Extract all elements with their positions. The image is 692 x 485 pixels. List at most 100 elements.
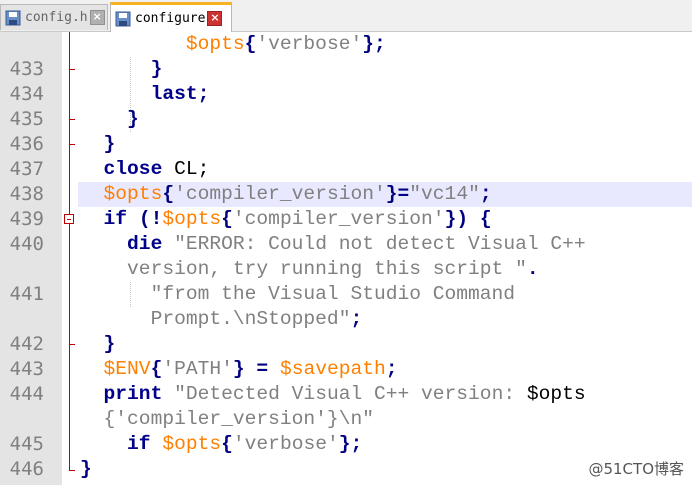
close-icon[interactable]: ×	[207, 11, 223, 26]
code-line[interactable]: 434 last;	[0, 82, 692, 107]
code-token: {'compiler_version'}\n"	[103, 408, 374, 430]
code-token: {	[244, 33, 257, 55]
line-number: 439	[9, 208, 44, 230]
code-token: ;	[385, 358, 398, 380]
code-text: if (!$opts{'compiler_version'}) {	[78, 207, 692, 232]
code-token: $ENV	[103, 358, 151, 380]
code-text: "from the Visual Studio Command	[78, 282, 692, 307]
line-number: 434	[9, 83, 44, 105]
code-text: }	[78, 332, 692, 357]
line-number: 435	[9, 108, 44, 130]
code-line[interactable]: 445 if $opts{'verbose'};	[0, 432, 692, 457]
code-line[interactable]: 440 die "ERROR: Could not detect Visual …	[0, 232, 692, 257]
code-line[interactable]: version, try running this script ".	[0, 257, 692, 282]
line-number: 440	[9, 233, 44, 255]
line-number: 443	[9, 358, 44, 380]
code-token: }	[103, 333, 116, 355]
code-token: ;	[197, 83, 210, 105]
close-icon[interactable]: ×	[89, 10, 105, 25]
code-token: 'PATH'	[162, 358, 233, 380]
tab-configure[interactable]: configure ×	[110, 2, 232, 32]
code-token: }) {	[444, 208, 492, 230]
code-text: $ENV{'PATH'} = $savepath;	[78, 357, 692, 382]
line-number: 438	[9, 183, 44, 205]
tab-label: configure	[135, 11, 206, 26]
code-token: 'verbose'	[232, 433, 339, 455]
code-token: 'compiler_version'	[232, 208, 445, 230]
code-text: Prompt.\nStopped";	[78, 307, 692, 332]
code-token: CL;	[162, 158, 210, 180]
line-number: 446	[9, 458, 44, 480]
code-token: 'verbose'	[256, 33, 363, 55]
code-token: "vc14"	[409, 183, 480, 205]
code-text: }	[78, 107, 692, 132]
code-token: last	[150, 83, 198, 105]
code-token: };	[362, 33, 386, 55]
code-token: {	[221, 433, 233, 455]
code-line[interactable]: 444 print "Detected Visual C++ version: …	[0, 382, 692, 407]
line-number: 437	[9, 158, 44, 180]
line-number: 444	[9, 383, 44, 405]
tab-config-h[interactable]: config.h ×	[0, 4, 108, 30]
code-text: $opts{'compiler_version'}="vc14";	[78, 182, 692, 207]
code-line[interactable]: {'compiler_version'}\n"	[0, 407, 692, 432]
code-token: "Detected Visual C++ version:	[174, 383, 527, 405]
code-token: print	[103, 383, 163, 405]
code-token: };	[338, 433, 363, 455]
code-text: }	[78, 57, 692, 82]
line-number: 441	[9, 283, 44, 305]
line-number: 442	[9, 333, 44, 355]
code-token: 'compiler_version'	[174, 183, 386, 205]
code-token: {	[221, 208, 233, 230]
code-token: "ERROR: Could not detect Visual C++	[174, 233, 586, 255]
code-text: print "Detected Visual C++ version: $opt…	[78, 382, 692, 407]
code-token: $opts	[162, 208, 222, 230]
code-text: last;	[78, 82, 692, 107]
code-token: }=	[385, 183, 410, 205]
code-line[interactable]: 433 }	[0, 57, 692, 82]
code-line[interactable]: 442 }	[0, 332, 692, 357]
code-token: $opts	[526, 383, 586, 405]
code-text: version, try running this script ".	[78, 257, 692, 282]
code-token: (!	[127, 208, 163, 230]
code-token: $opts	[185, 33, 245, 55]
code-line[interactable]: 439 if (!$opts{'compiler_version'}) {	[0, 207, 692, 232]
code-line[interactable]: 438 $opts{'compiler_version'}="vc14";	[0, 182, 692, 207]
code-line[interactable]: 443 $ENV{'PATH'} = $savepath;	[0, 357, 692, 382]
code-text: if $opts{'verbose'};	[78, 432, 692, 457]
line-number: 433	[9, 58, 44, 80]
code-token: {	[150, 358, 163, 380]
code-line[interactable]: Prompt.\nStopped";	[0, 307, 692, 332]
code-token: if	[127, 433, 151, 455]
watermark: @51CTO博客	[588, 458, 684, 479]
code-line[interactable]: 441 "from the Visual Studio Command	[0, 282, 692, 307]
tab-label: config.h	[25, 10, 88, 25]
code-line[interactable]: 436 }	[0, 132, 692, 157]
code-text: }	[78, 132, 692, 157]
code-line[interactable]: 435 }	[0, 107, 692, 132]
code-token: "from the Visual Studio Command	[150, 283, 516, 305]
code-line[interactable]: 437 close CL;	[0, 157, 692, 182]
code-token: if	[103, 208, 128, 230]
code-line[interactable]: $opts{'verbose'};	[0, 32, 692, 57]
code-text: $opts{'verbose'};	[78, 32, 692, 57]
line-number: 445	[9, 433, 44, 455]
code-token: close	[103, 158, 163, 180]
